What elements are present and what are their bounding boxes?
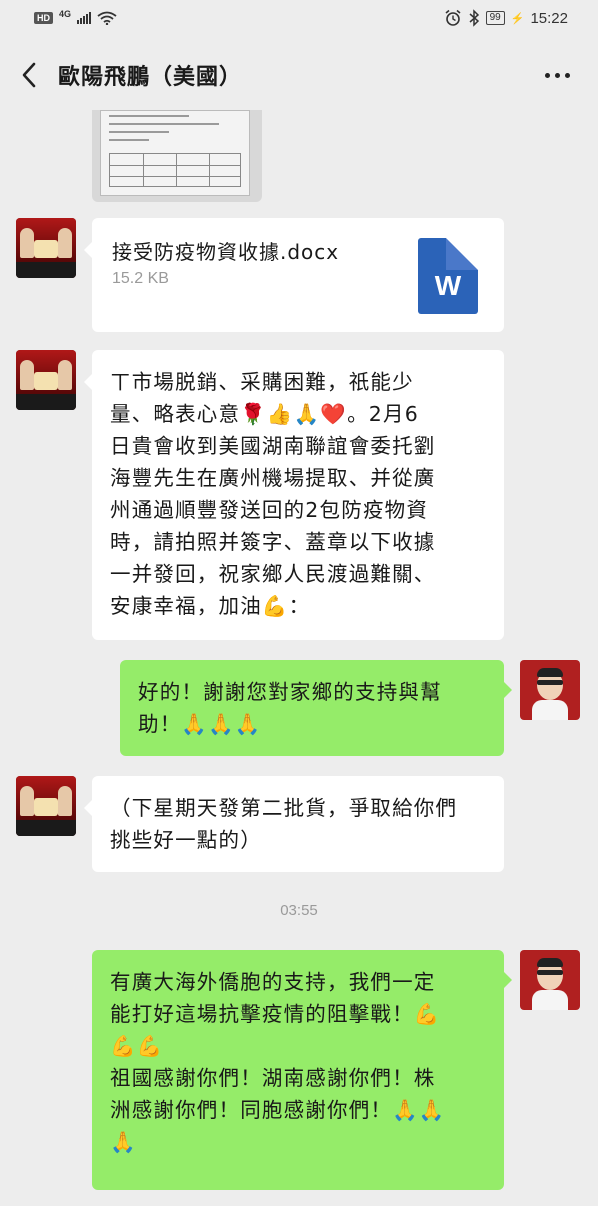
message-line: 挑些好一點的） (110, 828, 262, 852)
avatar-self[interactable] (520, 950, 580, 1010)
status-time: 15:22 (530, 9, 568, 27)
status-bar: HD 4G 99 ⚡ 15:22 (0, 0, 598, 36)
message-bubble-outgoing[interactable]: 好的！謝謝您對家鄉的支持與幫 助！🙏🙏🙏 (120, 660, 512, 756)
message-timestamp: 03:55 (280, 902, 318, 919)
message-line: 洲感謝你們！同胞感謝你們！🙏🙏 (110, 1098, 446, 1122)
message-line: （下星期天發第二批貨，爭取給你們 (110, 796, 458, 820)
signal-icon (77, 12, 92, 24)
avatar-contact[interactable] (16, 350, 76, 410)
message-bubble-outgoing[interactable]: 有廣大海外僑胞的支持，我們一定 能打好這場抗擊疫情的阻擊戰！💪 💪💪 祖國感謝你… (92, 950, 512, 1190)
charging-icon: ⚡ (510, 12, 525, 25)
back-arrow-icon[interactable] (18, 60, 40, 90)
message-line: 💪💪 (110, 1034, 164, 1058)
message-line: 日貴會收到美國湖南聯誼會委托劉 (110, 434, 436, 458)
message-line: 祖國感謝你們！湖南感謝你們！株 (110, 1066, 436, 1090)
hd-badge: HD (34, 12, 53, 24)
chat-title: 歐陽飛鵬（美國） (58, 65, 243, 90)
wifi-icon (97, 11, 117, 25)
message-line: 一并發回，祝家鄉人民渡過難關、 (110, 562, 436, 586)
more-dots-icon[interactable] (545, 72, 570, 78)
message-line: 時，請拍照并簽字、蓋章以下收據 (110, 530, 436, 554)
file-message[interactable]: 接受防疫物資收據.docx 15.2 KB W (84, 218, 504, 332)
message-line: 能打好這場抗擊疫情的阻擊戰！💪 (110, 1002, 441, 1026)
message-line: 安康幸福，加油💪： (110, 594, 311, 618)
status-left: HD 4G (34, 9, 117, 25)
avatar-contact[interactable] (16, 218, 76, 278)
status-right: 99 ⚡ 15:22 (444, 9, 568, 27)
message-line: 好的！謝謝您對家鄉的支持與幫 (138, 680, 442, 704)
image-message[interactable] (92, 110, 262, 202)
message-line: 海豐先生在廣州機場提取、并從廣 (110, 466, 436, 490)
message-line: 🙏 (110, 1130, 137, 1154)
message-bubble-incoming[interactable]: （下星期天發第二批貨，爭取給你們 挑些好一點的） (84, 776, 504, 872)
avatar-self[interactable] (520, 660, 580, 720)
chat-header: 歐陽飛鵬（美國） (0, 46, 598, 104)
avatar-contact[interactable] (16, 776, 76, 836)
file-size: 15.2 KB (112, 270, 169, 287)
message-line: 有廣大海外僑胞的支持，我們一定 (110, 970, 436, 994)
message-line: 州通過順豐發送回的2包防疫物資 (110, 498, 429, 522)
message-line: 量、略表心意🌹👍🙏❤️。2月6 (110, 402, 419, 426)
network-type: 4G (59, 9, 72, 19)
battery-indicator: 99 (485, 11, 505, 25)
word-doc-icon: W (418, 238, 478, 314)
message-line: ㄒ市場脱銷、采購困難，祇能少 (110, 370, 414, 394)
file-name: 接受防疫物資收據.docx (112, 240, 340, 264)
message-line: 助！🙏🙏🙏 (138, 712, 262, 736)
bluetooth-icon (469, 9, 479, 27)
receipt-photo (100, 110, 250, 196)
alarm-icon (445, 9, 461, 26)
message-bubble-incoming[interactable]: ㄒ市場脱銷、采購困難，祇能少 量、略表心意🌹👍🙏❤️。2月6 日貴會收到美國湖南… (84, 350, 504, 640)
